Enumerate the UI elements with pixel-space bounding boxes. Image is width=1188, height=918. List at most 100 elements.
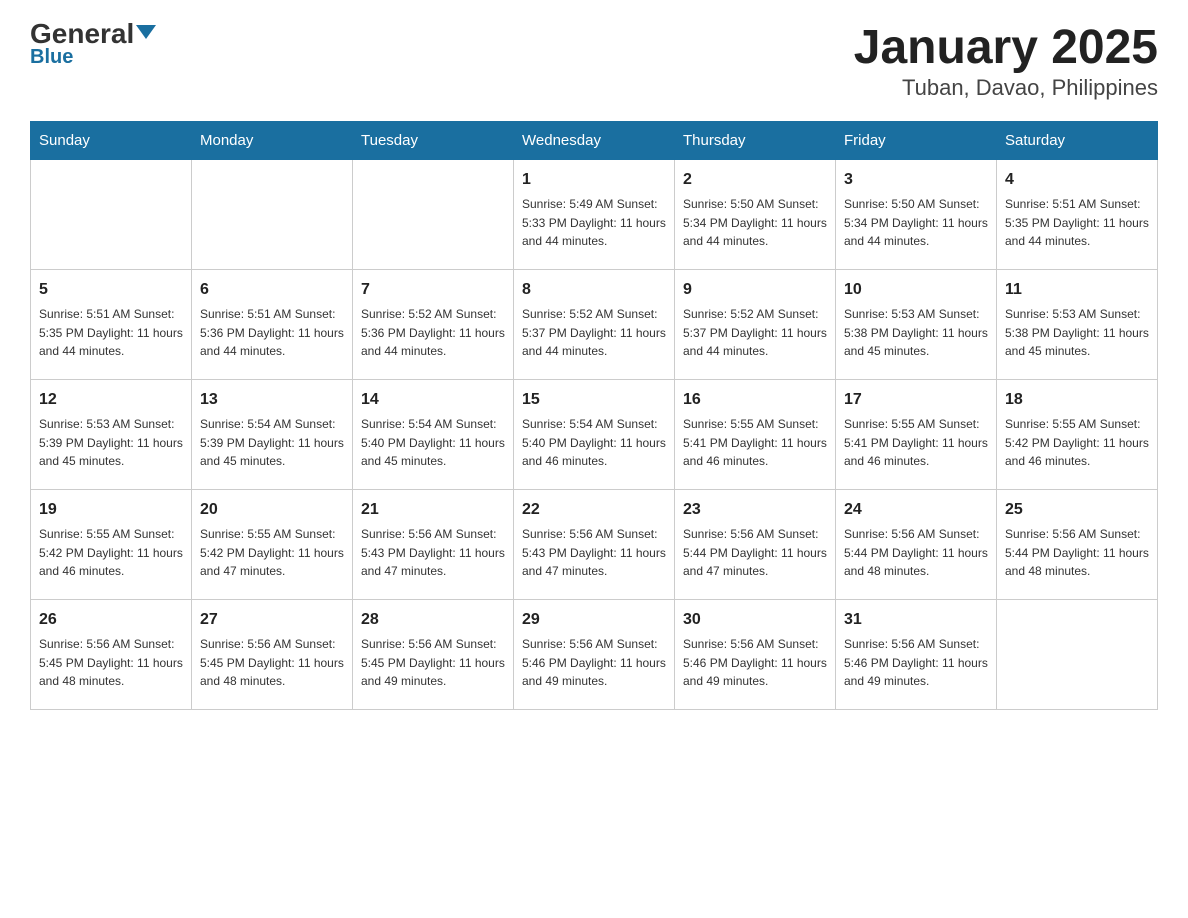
calendar-cell: 8Sunrise: 5:52 AM Sunset: 5:37 PM Daylig…: [514, 270, 675, 380]
calendar-cell: 1 Sunrise: 5:49 AM Sunset: 5:33 PM Daylig…: [514, 160, 675, 270]
calendar-cell: 10 Sunrise: 5:53 AM Sunset: 5:38 PM Dayli…: [836, 270, 997, 380]
day-number: 6: [200, 278, 344, 302]
day-number: 24: [844, 498, 988, 522]
day-info: Sunrise: 5:55 AM Sunset: 5:42 PM Dayligh…: [1005, 415, 1149, 471]
logo-general-text: General: [30, 20, 156, 48]
day-number: 29: [522, 608, 666, 632]
title-area: January 2025 Tuban, Davao, Philippines: [854, 20, 1158, 101]
day-info: Sunrise: 5:55 AM Sunset: 5:41 PM Dayligh…: [844, 415, 988, 471]
calendar-cell: 4 Sunrise: 5:51 AM Sunset: 5:35 PM Daylig…: [997, 160, 1158, 270]
calendar-cell: 29 Sunrise: 5:56 AM Sunset: 5:46 PM Dayli…: [514, 600, 675, 710]
day-number: 20: [200, 498, 344, 522]
day-number: 12: [39, 388, 183, 412]
calendar-cell: 28 Sunrise: 5:56 AM Sunset: 5:45 PM Dayli…: [353, 600, 514, 710]
day-info: Sunrise: 5:50 AM Sunset: 5:34 PM Dayligh…: [844, 195, 988, 251]
day-number: 21: [361, 498, 505, 522]
calendar-cell: [192, 160, 353, 270]
day-info: Sunrise: 5:56 AM Sunset: 5:46 PM Dayligh…: [522, 635, 666, 691]
day-number: 31: [844, 608, 988, 632]
day-number: 23: [683, 498, 827, 522]
day-number: 3: [844, 168, 988, 192]
day-info: Sunrise: 5:56 AM Sunset: 5:45 PM Dayligh…: [200, 635, 344, 691]
day-info: Sunrise: 5:52 AM Sunset: 5:36 PM Dayligh…: [361, 305, 505, 361]
calendar-cell: 17 Sunrise: 5:55 AM Sunset: 5:41 PM Dayli…: [836, 380, 997, 490]
day-info: Sunrise: 5:49 AM Sunset: 5:33 PM Dayligh…: [522, 195, 666, 251]
header-day-saturday: Saturday: [997, 122, 1158, 160]
calendar-cell: 12 Sunrise: 5:53 AM Sunset: 5:39 PM Dayli…: [31, 380, 192, 490]
page-header: General Blue January 2025 Tuban, Davao, …: [30, 20, 1158, 101]
header-day-thursday: Thursday: [675, 122, 836, 160]
day-info: Sunrise: 5:56 AM Sunset: 5:46 PM Dayligh…: [683, 635, 827, 691]
calendar-cell: 26Sunrise: 5:56 AM Sunset: 5:45 PM Dayli…: [31, 600, 192, 710]
day-info: Sunrise: 5:55 AM Sunset: 5:41 PM Dayligh…: [683, 415, 827, 471]
header-day-monday: Monday: [192, 122, 353, 160]
logo-blue-text: Blue: [30, 46, 73, 69]
day-info: Sunrise: 5:53 AM Sunset: 5:39 PM Dayligh…: [39, 415, 183, 471]
header-day-wednesday: Wednesday: [514, 122, 675, 160]
calendar-body: 1 Sunrise: 5:49 AM Sunset: 5:33 PM Daylig…: [31, 160, 1158, 710]
logo: General Blue: [30, 20, 156, 69]
calendar-cell: [997, 600, 1158, 710]
day-number: 10: [844, 278, 988, 302]
calendar-cell: 27 Sunrise: 5:56 AM Sunset: 5:45 PM Dayli…: [192, 600, 353, 710]
day-info: Sunrise: 5:56 AM Sunset: 5:44 PM Dayligh…: [1005, 525, 1149, 581]
day-info: Sunrise: 5:50 AM Sunset: 5:34 PM Dayligh…: [683, 195, 827, 251]
day-info: Sunrise: 5:55 AM Sunset: 5:42 PM Dayligh…: [39, 525, 183, 581]
day-number: 19: [39, 498, 183, 522]
week-row-4: 19 Sunrise: 5:55 AM Sunset: 5:42 PM Dayli…: [31, 490, 1158, 600]
calendar-cell: 6Sunrise: 5:51 AM Sunset: 5:36 PM Daylig…: [192, 270, 353, 380]
week-row-5: 26Sunrise: 5:56 AM Sunset: 5:45 PM Dayli…: [31, 600, 1158, 710]
day-info: Sunrise: 5:51 AM Sunset: 5:35 PM Dayligh…: [39, 305, 183, 361]
day-number: 27: [200, 608, 344, 632]
day-number: 25: [1005, 498, 1149, 522]
day-number: 17: [844, 388, 988, 412]
day-info: Sunrise: 5:53 AM Sunset: 5:38 PM Dayligh…: [1005, 305, 1149, 361]
calendar-cell: 20Sunrise: 5:55 AM Sunset: 5:42 PM Dayli…: [192, 490, 353, 600]
day-number: 22: [522, 498, 666, 522]
calendar-cell: 22 Sunrise: 5:56 AM Sunset: 5:43 PM Dayli…: [514, 490, 675, 600]
day-number: 15: [522, 388, 666, 412]
calendar-cell: [31, 160, 192, 270]
calendar-cell: 5 Sunrise: 5:51 AM Sunset: 5:35 PM Daylig…: [31, 270, 192, 380]
day-info: Sunrise: 5:51 AM Sunset: 5:35 PM Dayligh…: [1005, 195, 1149, 251]
calendar-cell: 13 Sunrise: 5:54 AM Sunset: 5:39 PM Dayli…: [192, 380, 353, 490]
day-number: 1: [522, 168, 666, 192]
day-number: 2: [683, 168, 827, 192]
header-row: SundayMondayTuesdayWednesdayThursdayFrid…: [31, 122, 1158, 160]
calendar-cell: 31Sunrise: 5:56 AM Sunset: 5:46 PM Dayli…: [836, 600, 997, 710]
day-info: Sunrise: 5:56 AM Sunset: 5:45 PM Dayligh…: [39, 635, 183, 691]
calendar-cell: 24 Sunrise: 5:56 AM Sunset: 5:44 PM Dayli…: [836, 490, 997, 600]
day-info: Sunrise: 5:56 AM Sunset: 5:44 PM Dayligh…: [844, 525, 988, 581]
day-number: 4: [1005, 168, 1149, 192]
week-row-1: 1 Sunrise: 5:49 AM Sunset: 5:33 PM Daylig…: [31, 160, 1158, 270]
calendar-header: SundayMondayTuesdayWednesdayThursdayFrid…: [31, 122, 1158, 160]
day-info: Sunrise: 5:54 AM Sunset: 5:40 PM Dayligh…: [522, 415, 666, 471]
day-number: 9: [683, 278, 827, 302]
calendar-cell: 3 Sunrise: 5:50 AM Sunset: 5:34 PM Daylig…: [836, 160, 997, 270]
calendar-cell: 7Sunrise: 5:52 AM Sunset: 5:36 PM Daylig…: [353, 270, 514, 380]
calendar-cell: 14Sunrise: 5:54 AM Sunset: 5:40 PM Dayli…: [353, 380, 514, 490]
day-number: 28: [361, 608, 505, 632]
day-info: Sunrise: 5:54 AM Sunset: 5:39 PM Dayligh…: [200, 415, 344, 471]
week-row-3: 12 Sunrise: 5:53 AM Sunset: 5:39 PM Dayli…: [31, 380, 1158, 490]
week-row-2: 5 Sunrise: 5:51 AM Sunset: 5:35 PM Daylig…: [31, 270, 1158, 380]
day-number: 5: [39, 278, 183, 302]
calendar-cell: 23 Sunrise: 5:56 AM Sunset: 5:44 PM Dayli…: [675, 490, 836, 600]
day-info: Sunrise: 5:53 AM Sunset: 5:38 PM Dayligh…: [844, 305, 988, 361]
day-number: 16: [683, 388, 827, 412]
day-number: 13: [200, 388, 344, 412]
day-info: Sunrise: 5:56 AM Sunset: 5:44 PM Dayligh…: [683, 525, 827, 581]
calendar-cell: 21Sunrise: 5:56 AM Sunset: 5:43 PM Dayli…: [353, 490, 514, 600]
logo-triangle-icon: [136, 25, 156, 39]
day-info: Sunrise: 5:52 AM Sunset: 5:37 PM Dayligh…: [522, 305, 666, 361]
calendar-cell: 25 Sunrise: 5:56 AM Sunset: 5:44 PM Dayli…: [997, 490, 1158, 600]
day-info: Sunrise: 5:52 AM Sunset: 5:37 PM Dayligh…: [683, 305, 827, 361]
calendar-cell: 2 Sunrise: 5:50 AM Sunset: 5:34 PM Daylig…: [675, 160, 836, 270]
header-day-sunday: Sunday: [31, 122, 192, 160]
day-info: Sunrise: 5:56 AM Sunset: 5:45 PM Dayligh…: [361, 635, 505, 691]
day-info: Sunrise: 5:56 AM Sunset: 5:43 PM Dayligh…: [522, 525, 666, 581]
calendar-cell: 16 Sunrise: 5:55 AM Sunset: 5:41 PM Dayli…: [675, 380, 836, 490]
calendar-cell: 30Sunrise: 5:56 AM Sunset: 5:46 PM Dayli…: [675, 600, 836, 710]
calendar-cell: 15 Sunrise: 5:54 AM Sunset: 5:40 PM Dayli…: [514, 380, 675, 490]
calendar-table: SundayMondayTuesdayWednesdayThursdayFrid…: [30, 121, 1158, 710]
